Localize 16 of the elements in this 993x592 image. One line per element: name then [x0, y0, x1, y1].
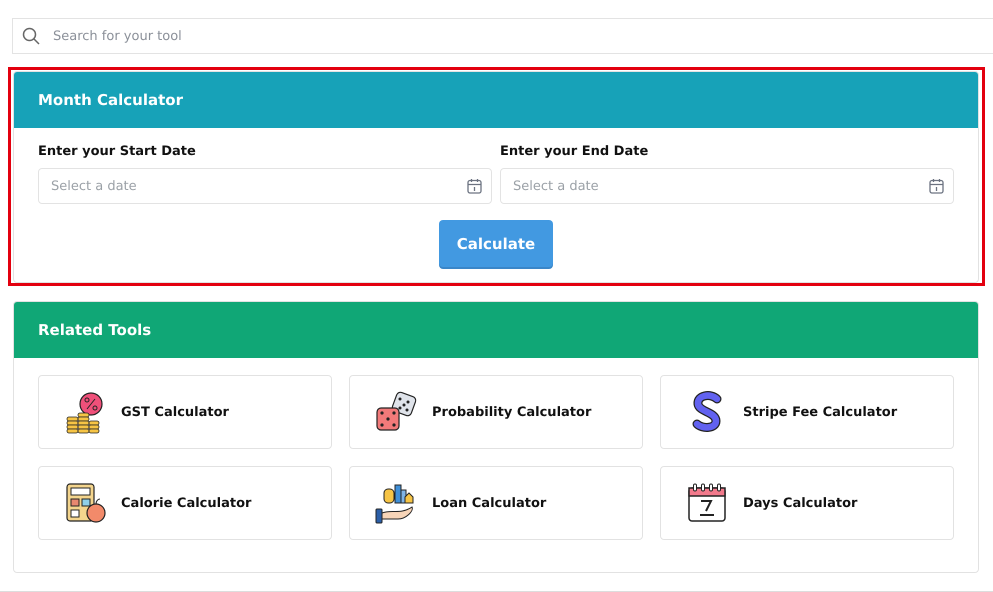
tool-link[interactable]: Days Calculator — [660, 466, 954, 540]
tool-link[interactable]: GST Calculator — [38, 375, 332, 449]
date-field[interactable]: Select a date — [38, 168, 492, 204]
tool-link[interactable]: Calorie Calculator — [38, 466, 332, 540]
search-field[interactable]: Search for your tool — [12, 18, 993, 54]
search-icon — [22, 27, 40, 45]
tool-link[interactable]: Probability Calculator — [349, 375, 643, 449]
tool-link[interactable]: Loan Calculator — [349, 466, 643, 540]
calendar-icon — [467, 178, 482, 194]
date-field[interactable]: Select a date — [500, 168, 954, 204]
tool-link[interactable]: Stripe Fee Calculator — [660, 375, 954, 449]
calendar-icon — [929, 178, 944, 194]
card-title: Month Calculator — [38, 91, 183, 109]
field-label: Enter your Start Date — [38, 144, 197, 159]
card-title: Related Tools — [38, 321, 152, 339]
field-label: Enter your End Date — [500, 144, 650, 159]
